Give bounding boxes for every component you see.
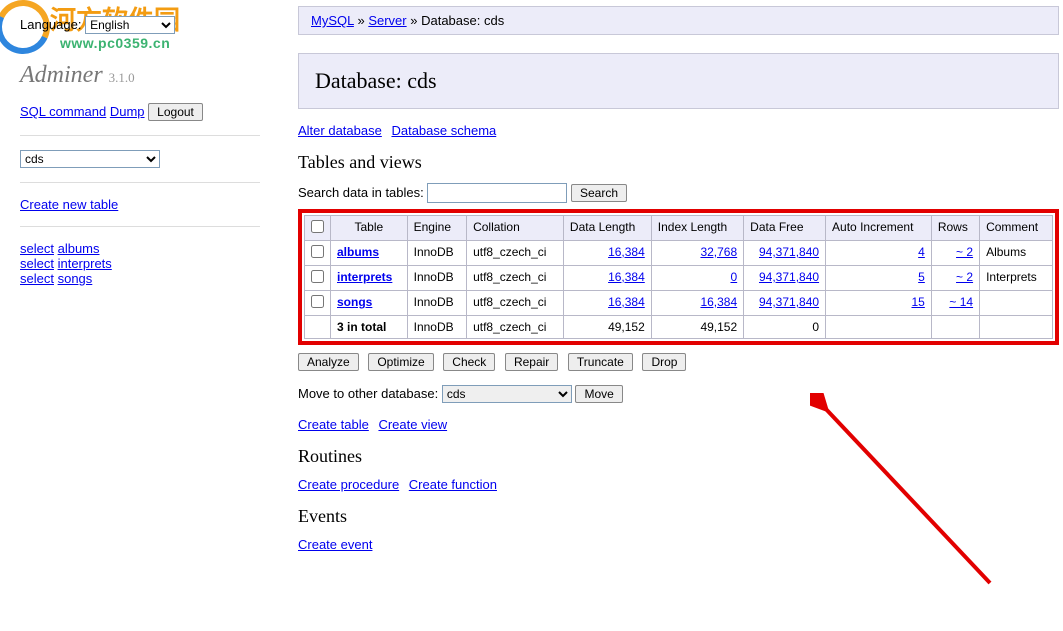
create-table-link[interactable]: Create table xyxy=(298,417,369,432)
col-data-length[interactable]: Data Length xyxy=(563,216,651,241)
col-collation[interactable]: Collation xyxy=(467,216,564,241)
cell-index-length[interactable]: 16,384 xyxy=(700,295,737,309)
col-data-free[interactable]: Data Free xyxy=(744,216,826,241)
cell-data-length[interactable]: 16,384 xyxy=(608,245,645,259)
create-procedure-link[interactable]: Create procedure xyxy=(298,477,399,492)
col-comment[interactable]: Comment xyxy=(980,216,1053,241)
cell-collation: utf8_czech_ci xyxy=(467,266,564,291)
cell-comment xyxy=(980,291,1053,316)
table-total-row: 3 in totalInnoDButf8_czech_ci49,15249,15… xyxy=(305,316,1053,339)
language-select[interactable]: English xyxy=(85,16,175,34)
cell-rows[interactable]: ~ 2 xyxy=(956,245,973,259)
select-link[interactable]: select xyxy=(20,241,54,256)
sidebar-item-interprets[interactable]: interprets xyxy=(58,256,112,271)
col-engine[interactable]: Engine xyxy=(407,216,466,241)
search-label: Search data in tables: xyxy=(298,185,424,200)
sidebar-table-list: select albums select interprets select s… xyxy=(20,241,260,286)
row-checkbox[interactable] xyxy=(311,245,324,258)
breadcrumb: MySQL » Server » Database: cds xyxy=(298,6,1059,35)
tables-grid: Table Engine Collation Data Length Index… xyxy=(304,215,1053,339)
move-button[interactable]: Move xyxy=(575,385,622,403)
cell-collation: utf8_czech_ci xyxy=(467,291,564,316)
create-event-link[interactable]: Create event xyxy=(298,537,372,552)
total-label: 3 in total xyxy=(331,316,408,339)
table-name-link[interactable]: albums xyxy=(337,245,379,259)
cell-data-free[interactable]: 94,371,840 xyxy=(759,295,819,309)
drop-button[interactable]: Drop xyxy=(642,353,686,371)
select-all-checkbox[interactable] xyxy=(311,220,324,233)
cell-rows[interactable]: ~ 14 xyxy=(949,295,973,309)
breadcrumb-mysql[interactable]: MySQL xyxy=(311,13,354,28)
table-row: interprets InnoDButf8_czech_ci 16,384 0 94,3… xyxy=(305,266,1053,291)
cell-engine: InnoDB xyxy=(407,291,466,316)
table-actions: Analyze Optimize Check Repair Truncate D… xyxy=(298,353,1059,371)
search-input[interactable] xyxy=(427,183,567,203)
col-rows[interactable]: Rows xyxy=(931,216,979,241)
analyze-button[interactable]: Analyze xyxy=(298,353,359,371)
sidebar-item-songs[interactable]: songs xyxy=(58,271,93,286)
optimize-button[interactable]: Optimize xyxy=(368,353,433,371)
sql-command-link[interactable]: SQL command xyxy=(20,104,106,119)
col-auto-increment[interactable]: Auto Increment xyxy=(826,216,932,241)
tables-heading: Tables and views xyxy=(298,152,1059,173)
cell-engine: InnoDB xyxy=(407,241,466,266)
cell-data-length[interactable]: 16,384 xyxy=(608,270,645,284)
create-function-link[interactable]: Create function xyxy=(409,477,497,492)
table-row: songs InnoDButf8_czech_ci 16,384 16,384 94,3… xyxy=(305,291,1053,316)
page-title: Database: cds xyxy=(298,53,1059,109)
cell-engine: InnoDB xyxy=(407,266,466,291)
cell-auto-increment[interactable]: 15 xyxy=(911,295,924,309)
main-content: MySQL » Server » Database: cds Database:… xyxy=(298,0,1059,566)
language-label: Language: xyxy=(20,17,81,32)
table-name-link[interactable]: songs xyxy=(337,295,372,309)
move-database-select[interactable]: cds xyxy=(442,385,572,403)
select-link[interactable]: select xyxy=(20,271,54,286)
sidebar: 河方软件园 www.pc0359.cn Language: English Ad… xyxy=(0,0,280,316)
move-label: Move to other database: xyxy=(298,386,438,401)
cell-index-length[interactable]: 0 xyxy=(730,270,737,284)
cell-comment: Interprets xyxy=(980,266,1053,291)
routines-heading: Routines xyxy=(298,446,1059,467)
table-name-link[interactable]: interprets xyxy=(337,270,392,284)
row-checkbox[interactable] xyxy=(311,295,324,308)
table-row: albums InnoDButf8_czech_ci 16,384 32,768 94,… xyxy=(305,241,1053,266)
cell-auto-increment[interactable]: 5 xyxy=(918,270,925,284)
select-link[interactable]: select xyxy=(20,256,54,271)
sidebar-item-albums[interactable]: albums xyxy=(58,241,100,256)
database-select[interactable]: cds xyxy=(20,150,160,168)
create-view-link[interactable]: Create view xyxy=(378,417,447,432)
create-new-table-link[interactable]: Create new table xyxy=(20,197,118,212)
cell-auto-increment[interactable]: 4 xyxy=(918,245,925,259)
check-button[interactable]: Check xyxy=(443,353,495,371)
col-table[interactable]: Table xyxy=(331,216,408,241)
cell-comment: Albums xyxy=(980,241,1053,266)
search-button[interactable]: Search xyxy=(571,184,627,202)
cell-rows[interactable]: ~ 2 xyxy=(956,270,973,284)
tables-highlight-box: Table Engine Collation Data Length Index… xyxy=(298,209,1059,345)
breadcrumb-server[interactable]: Server xyxy=(368,13,406,28)
cell-data-free[interactable]: 94,371,840 xyxy=(759,245,819,259)
logout-button[interactable]: Logout xyxy=(148,103,203,121)
cell-data-free[interactable]: 94,371,840 xyxy=(759,270,819,284)
cell-collation: utf8_czech_ci xyxy=(467,241,564,266)
events-heading: Events xyxy=(298,506,1059,527)
cell-index-length[interactable]: 32,768 xyxy=(700,245,737,259)
truncate-button[interactable]: Truncate xyxy=(568,353,633,371)
row-checkbox[interactable] xyxy=(311,270,324,283)
database-schema-link[interactable]: Database schema xyxy=(391,123,496,138)
alter-database-link[interactable]: Alter database xyxy=(298,123,382,138)
repair-button[interactable]: Repair xyxy=(505,353,558,371)
brand: Adminer 3.1.0 xyxy=(20,62,260,89)
dump-link[interactable]: Dump xyxy=(110,104,145,119)
cell-data-length[interactable]: 16,384 xyxy=(608,295,645,309)
col-index-length[interactable]: Index Length xyxy=(651,216,743,241)
